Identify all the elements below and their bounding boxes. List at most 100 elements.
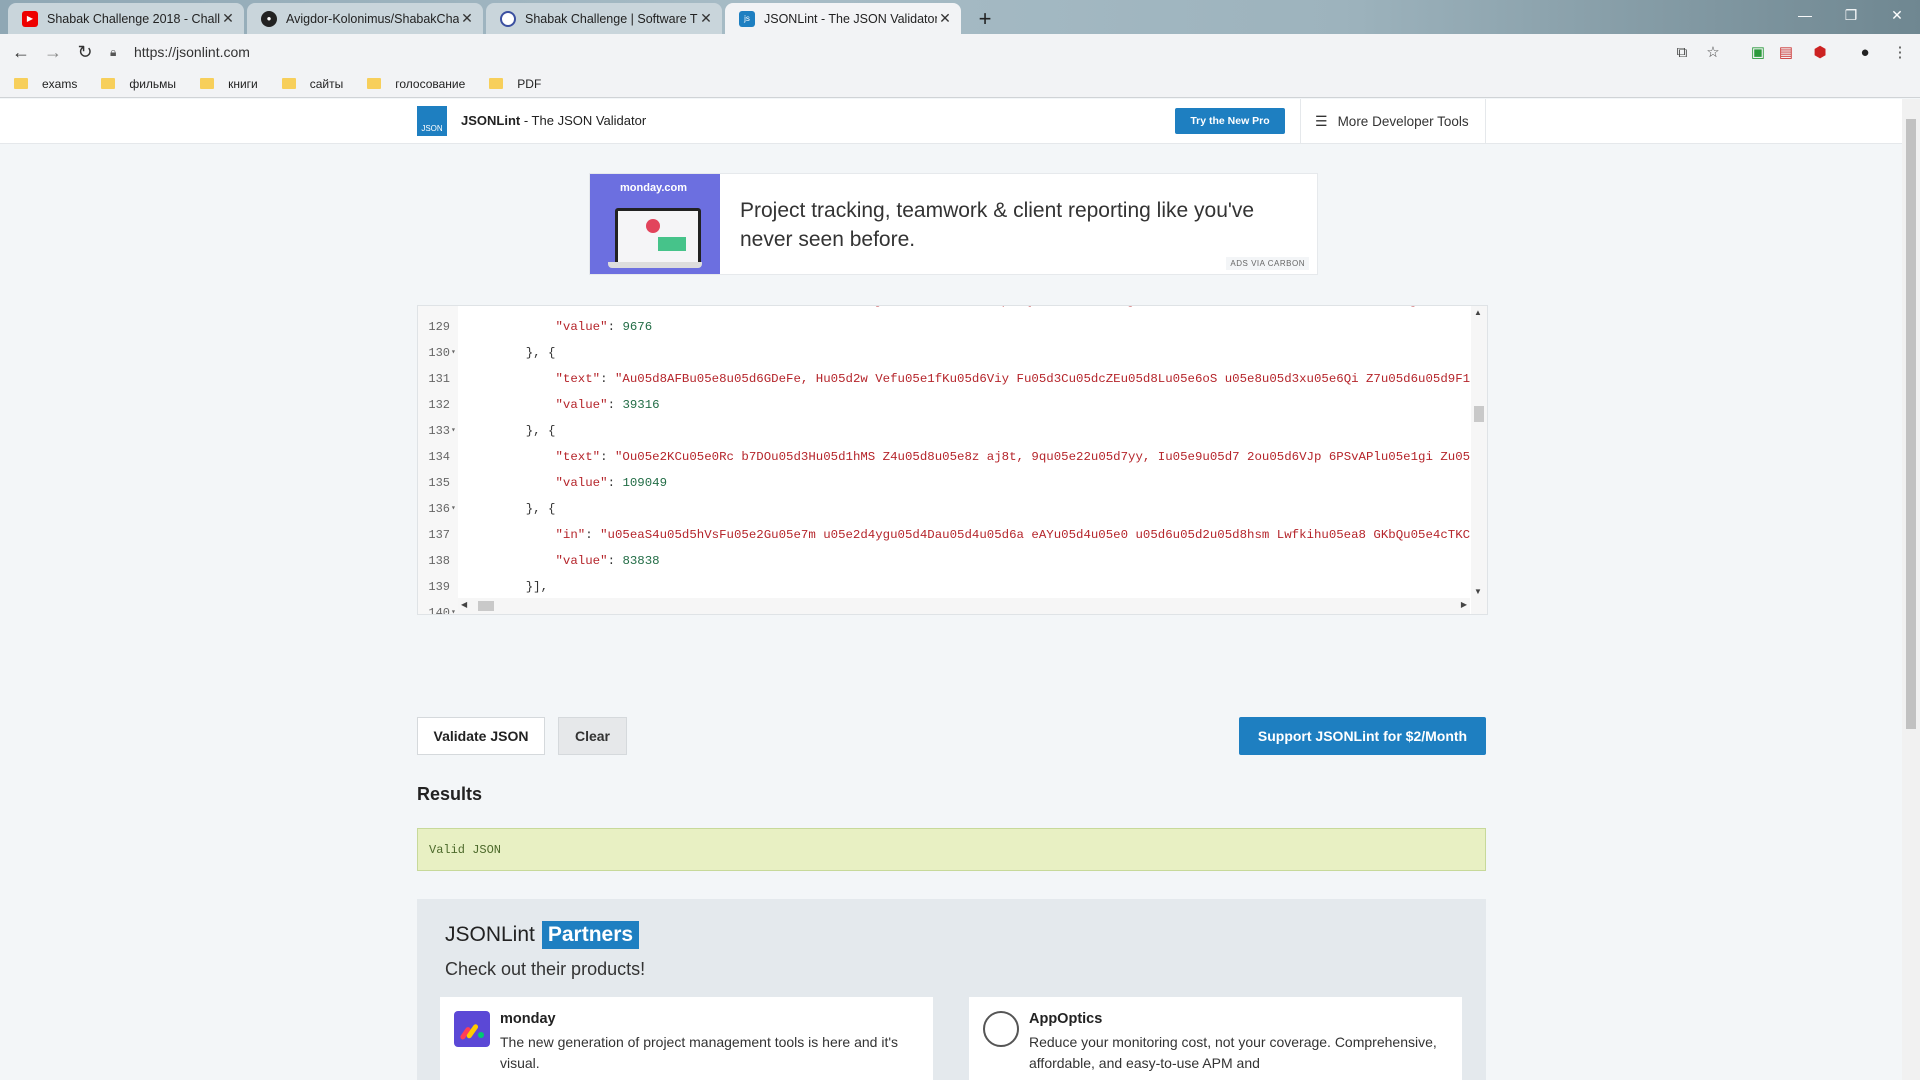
menu-icon[interactable]: ⋮ <box>1890 42 1910 62</box>
ad-copy: Project tracking, teamwork & client repo… <box>740 199 1255 251</box>
tab-jsonlint[interactable]: js JSONLint - The JSON Validator ✕ <box>725 3 961 34</box>
minimize-icon[interactable]: — <box>1782 0 1828 30</box>
code-token: "Au05d8AFBu05e8u05d6GDeFe, Hu05d2w Vefu0… <box>615 372 1471 386</box>
json-editor[interactable]: 128 "text": "Ou\u05d3u05e1tu05d1dY, Xu05… <box>417 305 1488 615</box>
line-number: 130 <box>428 346 450 360</box>
scroll-down-icon[interactable]: ▼ <box>1474 587 1482 596</box>
try-pro-button[interactable]: Try the New Pro <box>1175 108 1285 134</box>
more-developer-tools-button[interactable]: ☰ More Developer Tools <box>1300 99 1486 143</box>
ads-via-carbon[interactable]: ADS VIA CARBON <box>1226 257 1309 270</box>
partner-name: AppOptics <box>1029 1011 1103 1027</box>
bookmark-folder[interactable]: сайты <box>281 77 343 91</box>
laptop-illustration <box>615 208 701 266</box>
bookmark-folder[interactable]: exams <box>14 77 77 91</box>
code-token: : <box>585 528 601 542</box>
chart-dot <box>646 219 660 233</box>
code-token: "value" <box>555 554 608 568</box>
youtube-icon: ▶ <box>22 10 38 27</box>
code-line: 129 "value": 9676 <box>418 314 1469 340</box>
fold-toggle-icon[interactable]: ▾ <box>451 340 459 366</box>
tab-github[interactable]: ● Avigdor-Kolonimus/ShabakChall ✕ <box>247 3 483 34</box>
close-tab-icon[interactable]: ✕ <box>220 10 236 27</box>
page-scrollbar[interactable] <box>1902 99 1920 1080</box>
url-text: https://jsonlint.com <box>134 44 250 60</box>
code-line: 137 "in": "u05eaS4u05d5hVsFu05e2Gu05e7m … <box>418 522 1471 548</box>
editor-horizontal-scrollbar[interactable]: ◀ ▶ <box>458 598 1470 614</box>
code-token: "text": "Ou\u05d3u05e1tu05d1dY, Xu05e0u0… <box>556 306 1488 308</box>
validate-json-button[interactable]: Validate JSON <box>417 717 545 755</box>
code-line: 135 "value": 109049 <box>418 470 1469 496</box>
tab-shabak-youtube[interactable]: ▶ Shabak Challenge 2018 - Challen ✕ <box>8 3 244 34</box>
bookmark-folder[interactable]: книги <box>200 77 258 91</box>
code-text: "value": 109049 <box>496 470 668 496</box>
github-icon: ● <box>261 10 277 27</box>
bookmark-folder[interactable]: PDF <box>489 77 541 91</box>
bookmark-label: голосование <box>395 76 466 91</box>
adblock-icon[interactable]: ⬢ <box>1810 42 1830 62</box>
chart-bar <box>658 237 686 251</box>
close-tab-icon[interactable]: ✕ <box>937 10 953 27</box>
partner-card-monday[interactable]: monday The new generation of project man… <box>440 997 933 1080</box>
fold-toggle-icon[interactable]: ▾ <box>451 496 459 522</box>
code-text: "in": "u05eaS4u05d5hVsFu05e2Gu05e7m u05e… <box>496 522 1471 548</box>
page-scroll-thumb[interactable] <box>1906 119 1916 729</box>
bookmark-label: фильмы <box>129 76 177 91</box>
folder-icon <box>200 78 215 89</box>
code-line: 134 "text": "Ou05e2KCu05e0Rc b7DOu05d3Hu… <box>418 444 1470 470</box>
page-viewport: JSON JSONLint - The JSON Validator Try t… <box>0 99 1902 1080</box>
code-line: 132 "value": 39316 <box>418 392 1469 418</box>
bookmark-star-icon[interactable]: ☆ <box>1703 42 1723 62</box>
jsonlint-logo[interactable]: JSON <box>417 106 447 136</box>
results-heading: Results <box>417 784 483 804</box>
scroll-thumb[interactable] <box>1474 406 1484 422</box>
brand-name: JSONLint <box>461 113 521 128</box>
translate-icon[interactable]: ⧉ <box>1672 42 1692 62</box>
brand[interactable]: JSONLint - The JSON Validator <box>461 113 646 128</box>
scroll-right-icon[interactable]: ▶ <box>1461 600 1467 609</box>
fold-toggle-icon[interactable]: ▾ <box>451 418 459 444</box>
editor-vertical-scrollbar[interactable]: ▲ ▼ <box>1471 306 1487 614</box>
line-number: 138 <box>428 554 450 568</box>
scroll-left-icon[interactable]: ◀ <box>461 600 467 609</box>
lock-icon: 🔒︎ <box>110 44 117 59</box>
line-number: 131 <box>428 372 450 386</box>
code-text: }, { <box>496 418 556 444</box>
clear-button[interactable]: Clear <box>558 717 627 755</box>
partner-card-appoptics[interactable]: AppOptics Reduce your monitoring cost, n… <box>969 997 1462 1080</box>
bookmark-folder[interactable]: фильмы <box>101 77 176 91</box>
support-jsonlint-button[interactable]: Support JSONLint for $2/Month <box>1239 717 1486 755</box>
reload-icon[interactable]: ↻ <box>72 39 98 65</box>
profile-icon[interactable]: ● <box>1855 42 1875 62</box>
scroll-thumb[interactable] <box>478 601 494 611</box>
line-number: 133 <box>428 424 450 438</box>
close-window-icon[interactable]: ✕ <box>1874 0 1920 30</box>
new-tab-button[interactable]: + <box>972 6 998 32</box>
close-tab-icon[interactable]: ✕ <box>459 10 475 27</box>
partners-title: JSONLint Partners <box>445 921 640 949</box>
code-line: 136 ▾ }, { <box>418 496 1469 522</box>
code-token: "value" <box>555 476 608 490</box>
line-number: 129 <box>428 320 450 334</box>
code-text: }, { <box>496 340 556 366</box>
monday-icon <box>454 1011 490 1047</box>
code-token: 83838 <box>622 554 660 568</box>
forward-icon[interactable]: → <box>40 39 66 65</box>
line-number: 136 <box>428 502 450 516</box>
close-tab-icon[interactable]: ✕ <box>698 10 714 27</box>
code-token: "text" <box>555 450 601 464</box>
carbon-ad[interactable]: monday.com Project tracking, teamwork & … <box>589 173 1318 275</box>
bookmark-label: книги <box>228 76 258 91</box>
restore-icon[interactable]: ❐ <box>1828 0 1874 30</box>
tab-shabak-software[interactable]: Shabak Challenge | Software The ✕ <box>486 3 722 34</box>
ad-image: monday.com <box>590 174 720 274</box>
scroll-up-icon[interactable]: ▲ <box>1474 308 1482 317</box>
extension-icon[interactable]: ▤ <box>1776 42 1796 62</box>
code-token: : <box>607 554 623 568</box>
more-tools-label: More Developer Tools <box>1337 113 1469 129</box>
bookmark-folder[interactable]: голосование <box>367 77 465 91</box>
site-header: JSON JSONLint - The JSON Validator Try t… <box>0 99 1902 144</box>
code-token: 109049 <box>622 476 668 490</box>
address-bar[interactable]: 🔒︎ https://jsonlint.com <box>110 37 1700 67</box>
extension-icon[interactable]: ▣ <box>1748 42 1768 62</box>
back-icon[interactable]: ← <box>8 39 34 65</box>
